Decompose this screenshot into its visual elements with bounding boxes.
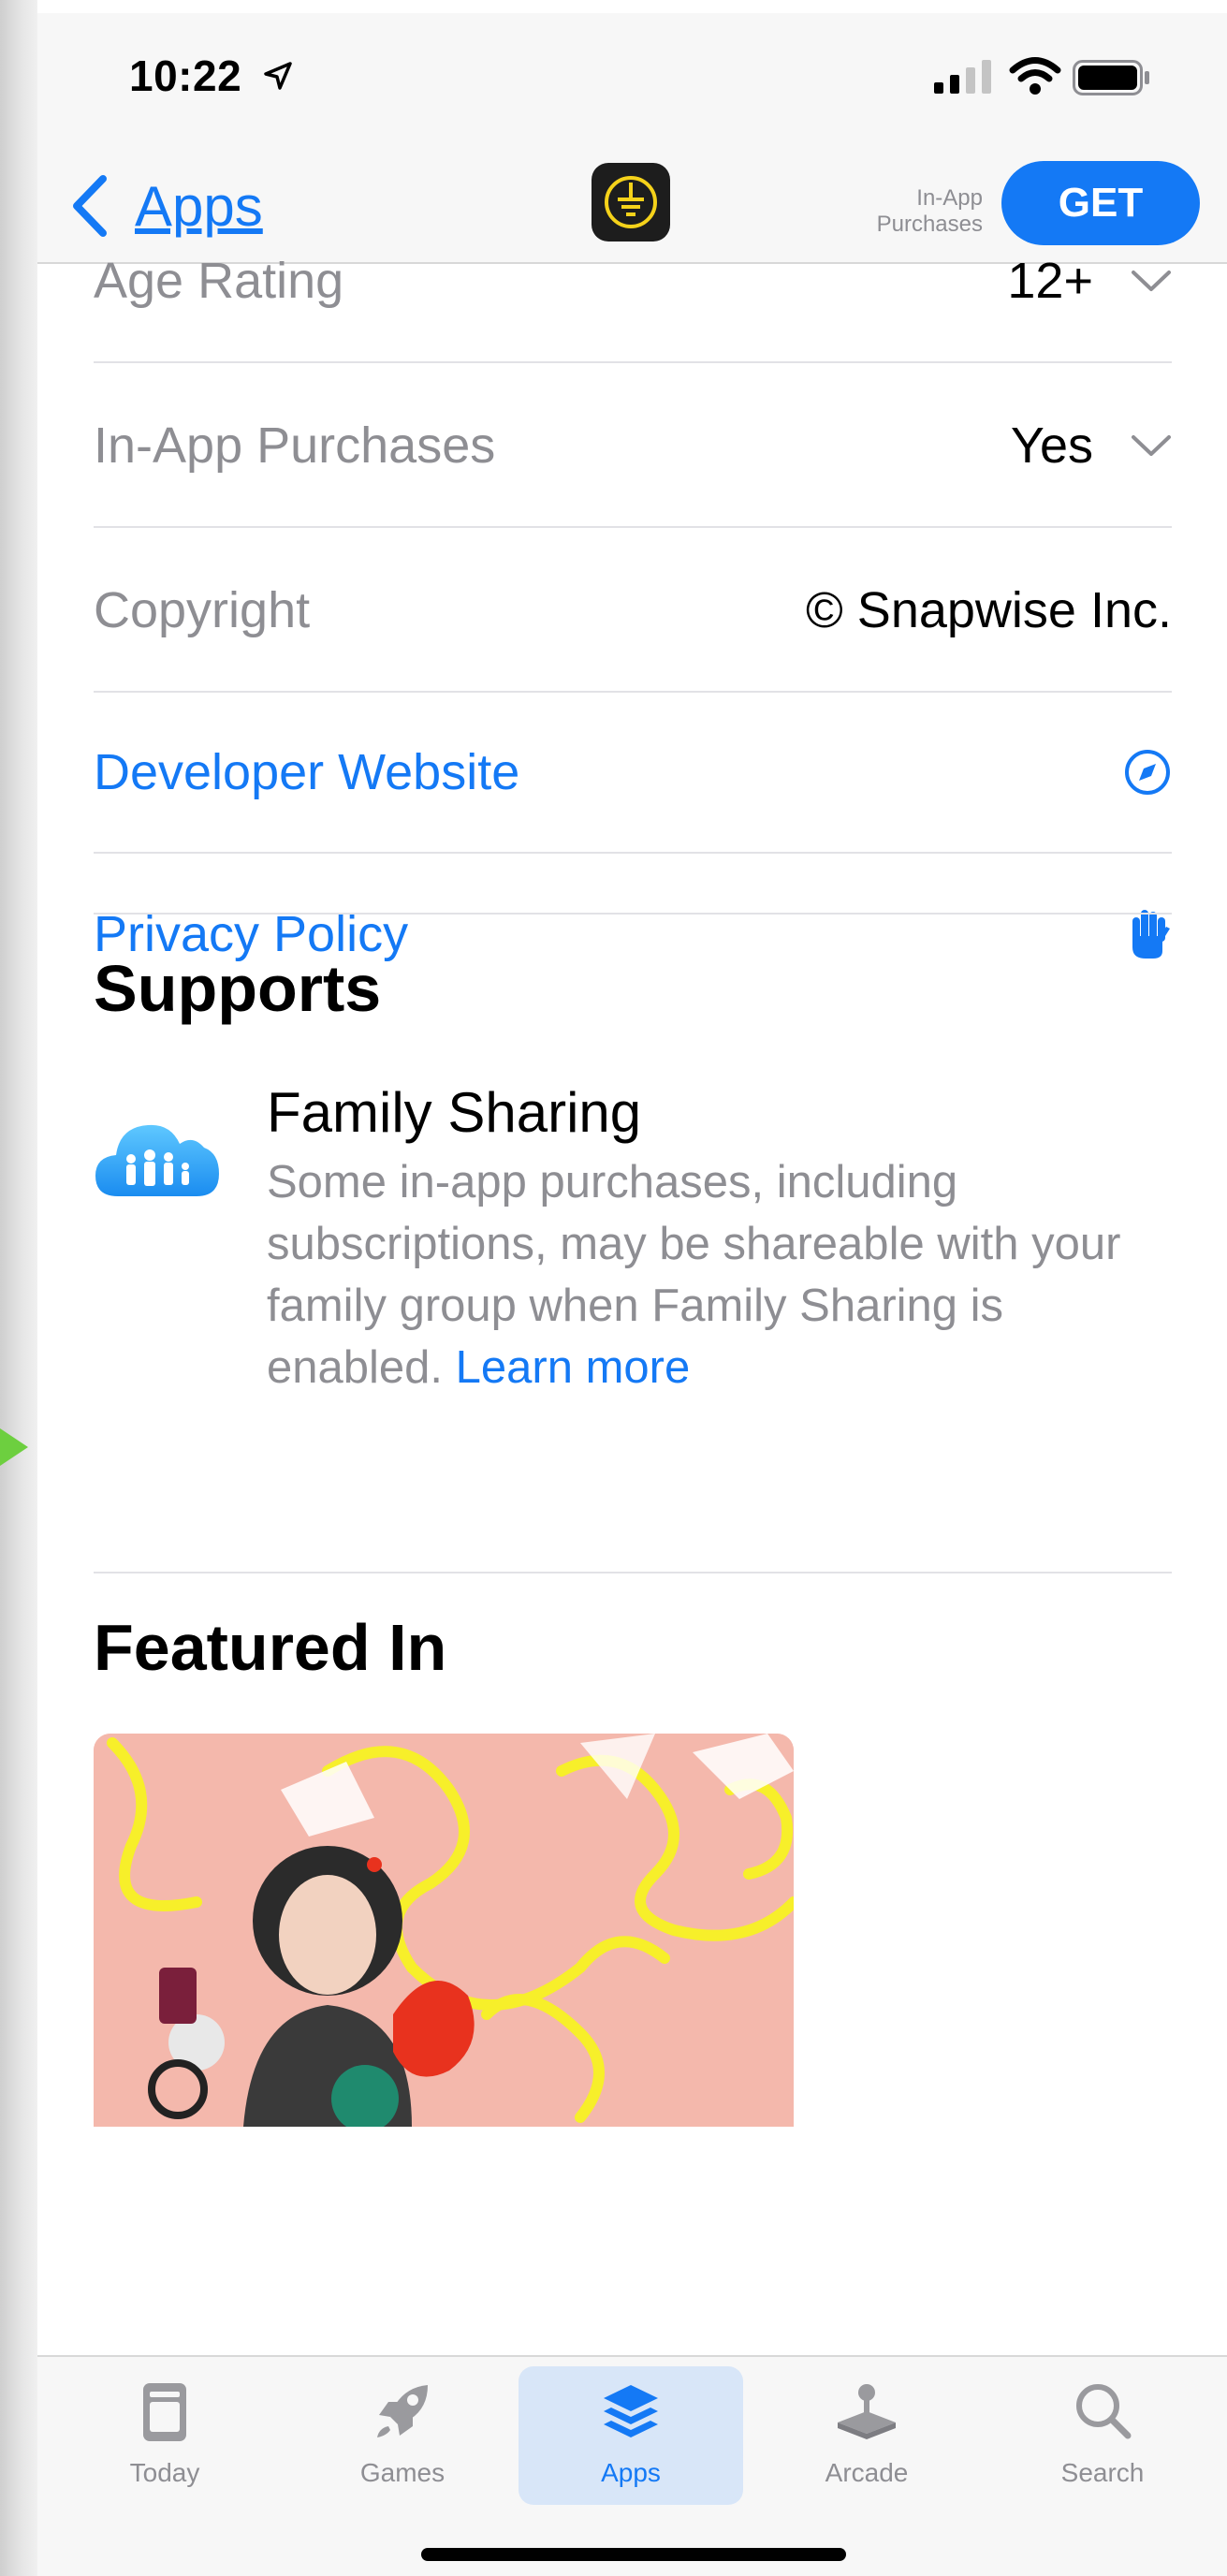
tab-search[interactable]: Search [990, 2366, 1215, 2505]
chevron-down-icon [1132, 271, 1171, 291]
info-value: © Snapwise Inc. [806, 582, 1172, 638]
tab-today[interactable]: Today [52, 2366, 277, 2505]
tab-label: Today [129, 2458, 200, 2487]
info-row-copyright: Copyright © Snapwise Inc. [94, 530, 1172, 693]
info-row-age-rating[interactable]: Age Rating 12+ [94, 200, 1172, 363]
family-sharing-description: Some in-app purchases, including subscri… [267, 1151, 1184, 1398]
tab-arcade[interactable]: Arcade [754, 2366, 979, 2505]
wifi-icon [1009, 57, 1061, 95]
supports-title: Supports [94, 952, 382, 1025]
info-row-in-app-purchases[interactable]: In-App Purchases Yes [94, 365, 1172, 528]
tab-label: Games [359, 2458, 446, 2487]
divider [94, 1572, 1172, 1573]
info-value: Yes [1010, 417, 1093, 474]
tab-bar: Today Games Apps Arcade Search [37, 2355, 1227, 2576]
tab-label: Search [1060, 2458, 1145, 2487]
developer-website-link[interactable]: Developer Website [94, 693, 1172, 854]
home-indicator-bar [421, 2548, 846, 2561]
cellular-signal-icon [934, 60, 991, 94]
tab-label: Arcade [825, 2458, 909, 2487]
rocket-icon [377, 2385, 428, 2437]
app-store-screen: 10:22 Apps In-App Purchases GET Age Rati… [37, 13, 1227, 2576]
featured-story-card[interactable] [94, 1734, 794, 2127]
layers-icon [604, 2385, 658, 2437]
featured-in-title: Featured In [94, 1611, 447, 1684]
today-icon [143, 2383, 186, 2441]
joystick-icon [838, 2384, 896, 2439]
family-sharing-text: Some in-app purchases, including subscri… [267, 1157, 1121, 1393]
tab-apps[interactable]: Apps [519, 2366, 743, 2505]
info-label: Age Rating [94, 253, 344, 309]
featured-artwork [94, 1734, 794, 2127]
hand-icon [1132, 910, 1170, 959]
battery-icon [1073, 60, 1149, 95]
status-time: 10:22 [129, 51, 242, 100]
location-arrow-icon [264, 62, 292, 90]
info-value: 12+ [1007, 253, 1093, 309]
chevron-down-icon [1132, 435, 1171, 456]
divider [94, 913, 1172, 915]
search-icon [1076, 2384, 1132, 2439]
frame-marker-arrow [0, 1428, 28, 1466]
tab-label: Apps [601, 2458, 661, 2487]
info-label: Copyright [94, 582, 311, 638]
info-label: In-App Purchases [94, 417, 496, 474]
screenshot-frame-edge [0, 0, 37, 2576]
tab-games[interactable]: Games [290, 2366, 515, 2505]
learn-more-link[interactable]: Learn more [456, 1342, 691, 1393]
family-sharing-icon [95, 1124, 219, 1196]
family-sharing-title: Family Sharing [267, 1081, 642, 1144]
link-label: Developer Website [94, 744, 520, 800]
compass-icon [1125, 750, 1170, 795]
